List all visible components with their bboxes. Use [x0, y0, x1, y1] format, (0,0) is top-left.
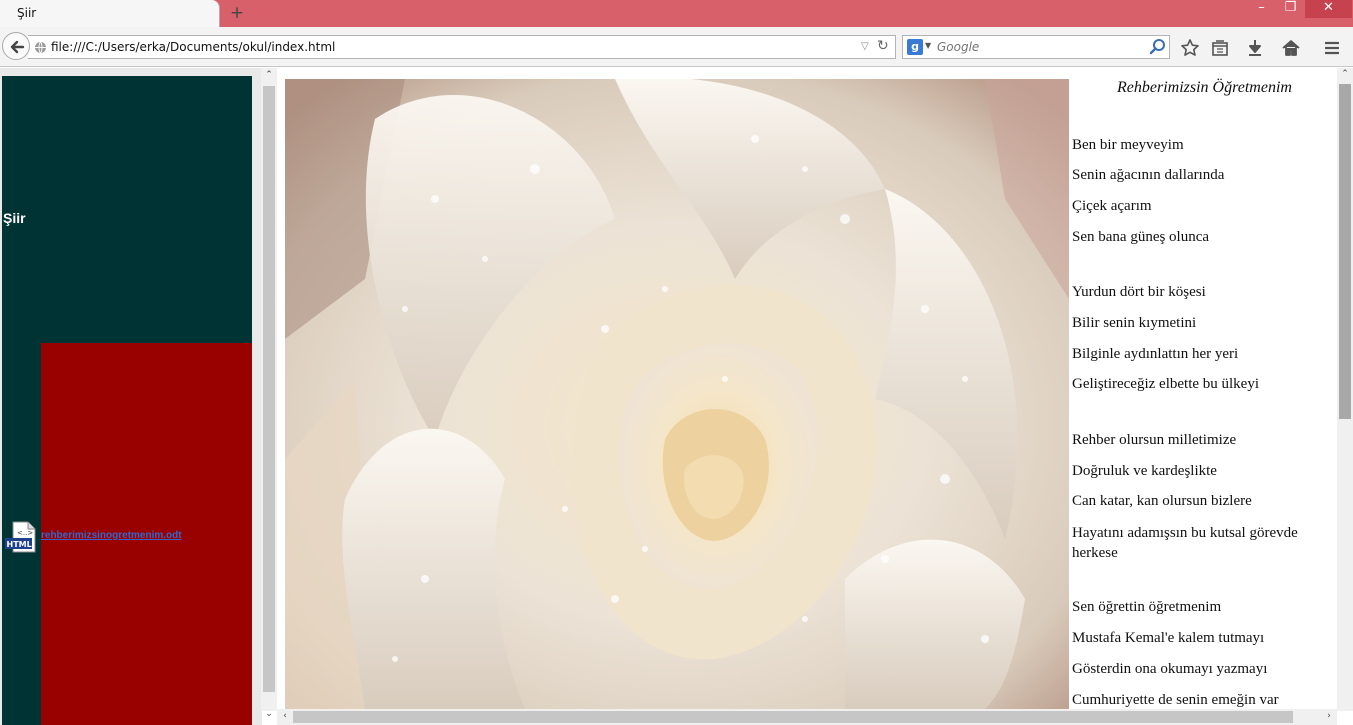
poem-line: Geliştireceğiz elbette bu ülkeyi — [1072, 376, 1260, 392]
poem-line: Can katar, kan olursun bizlere — [1072, 493, 1252, 509]
scroll-left-icon[interactable]: ‹ — [277, 711, 293, 721]
search-icon[interactable] — [1149, 38, 1167, 56]
left-scroll-thumb[interactable] — [263, 86, 275, 692]
horizontal-scrollbar[interactable]: ‹ › — [277, 709, 1337, 725]
poem-line: Bilginle aydınlattın her yeri — [1072, 346, 1239, 362]
left-frame-scrollbar[interactable]: ⌃ ⌄ — [261, 68, 277, 719]
scroll-right-icon[interactable]: › — [1321, 711, 1337, 721]
poem-line: Sen öğrettin öğretmenim — [1072, 599, 1222, 615]
poem-line: Doğruluk ve kardeşlikte — [1072, 463, 1217, 479]
poem-line: Mustafa Kemal'e kalem tutmayı — [1072, 630, 1265, 646]
url-bar[interactable]: file:///C:/Users/erka/Documents/okul/ind… — [28, 35, 896, 59]
poem-line: Gösterdin ona okumayı yazmayı — [1072, 661, 1268, 677]
minimize-button[interactable]: – — [1248, 0, 1275, 18]
left-panel-heading: Şiir — [3, 210, 26, 226]
poem-line: Çiçek açarım — [1072, 198, 1152, 214]
tab-title: Şiir — [17, 6, 37, 20]
poem-line: Rehber olursun milletimize — [1072, 432, 1237, 448]
scroll-down-icon[interactable]: ⌄ — [261, 709, 277, 719]
poem-line: Bilir senin kıymetini — [1072, 315, 1197, 331]
home-icon[interactable] — [1281, 38, 1301, 58]
page-content: Şiir <..> HTML rehberimizsinogretmenim.o… — [0, 68, 1353, 725]
title-bar: Şiir + – ❐ ✕ — [0, 0, 1353, 28]
right-scroll-thumb[interactable] — [1339, 84, 1351, 419]
maximize-button[interactable]: ❐ — [1277, 0, 1304, 18]
bookmarks-menu-icon[interactable] — [1210, 38, 1230, 58]
poem-line: Ben bir meyveyim — [1072, 137, 1184, 153]
html-file-icon[interactable]: <..> HTML — [4, 521, 38, 553]
file-download-link[interactable]: rehberimizsinogretmenim.odt — [41, 530, 182, 541]
reload-icon[interactable]: ↻ — [877, 38, 889, 54]
poem-line: Sen bana güneş olunca — [1072, 229, 1210, 245]
navigation-toolbar: file:///C:/Users/erka/Documents/okul/ind… — [0, 27, 1353, 67]
search-input[interactable] — [937, 38, 1137, 56]
search-engine-dropdown-icon[interactable]: ▼ — [925, 41, 931, 50]
scroll-up-icon[interactable]: ⌃ — [261, 70, 277, 80]
poem-line: Yurdun dört bir köşesi — [1072, 284, 1206, 300]
hamburger-menu-icon[interactable] — [1322, 38, 1342, 58]
horizontal-scroll-thumb[interactable] — [293, 711, 1293, 723]
right-frame: Rehberimizsin Öğretmenim Ben bir meyveyi… — [277, 68, 1353, 725]
bookmark-star-icon[interactable] — [1180, 38, 1200, 58]
scroll-up-icon[interactable]: ⌃ — [1337, 69, 1353, 79]
new-tab-button[interactable]: + — [229, 3, 245, 23]
poem-line: Hayatını adamışsın bu kutsal görevde her… — [1072, 525, 1298, 561]
left-frame: Şiir <..> HTML rehberimizsinogretmenim.o… — [0, 68, 262, 725]
right-frame-scrollbar[interactable]: ⌃ — [1337, 68, 1353, 711]
poem-line: Cumhuriyette de senin emeğin var — [1072, 692, 1279, 708]
svg-text:<..>: <..> — [17, 529, 33, 537]
history-dropdown-icon[interactable]: ▽ — [861, 41, 869, 52]
globe-icon — [35, 41, 46, 54]
poem-title: Rehberimizsin Öğretmenim — [1117, 79, 1292, 96]
svg-text:HTML: HTML — [7, 540, 32, 549]
white-rose-image — [285, 79, 1069, 709]
back-button[interactable] — [2, 32, 30, 60]
search-bar[interactable]: g ▼ — [902, 35, 1170, 59]
google-icon[interactable]: g — [907, 39, 923, 55]
url-text[interactable]: file:///C:/Users/erka/Documents/okul/ind… — [51, 40, 335, 54]
poem-line: Senin ağacının dallarında — [1072, 167, 1225, 183]
back-arrow-icon — [10, 40, 25, 54]
close-button[interactable]: ✕ — [1305, 0, 1352, 18]
download-icon[interactable] — [1245, 38, 1265, 58]
browser-tab[interactable]: Şiir — [0, 0, 220, 28]
